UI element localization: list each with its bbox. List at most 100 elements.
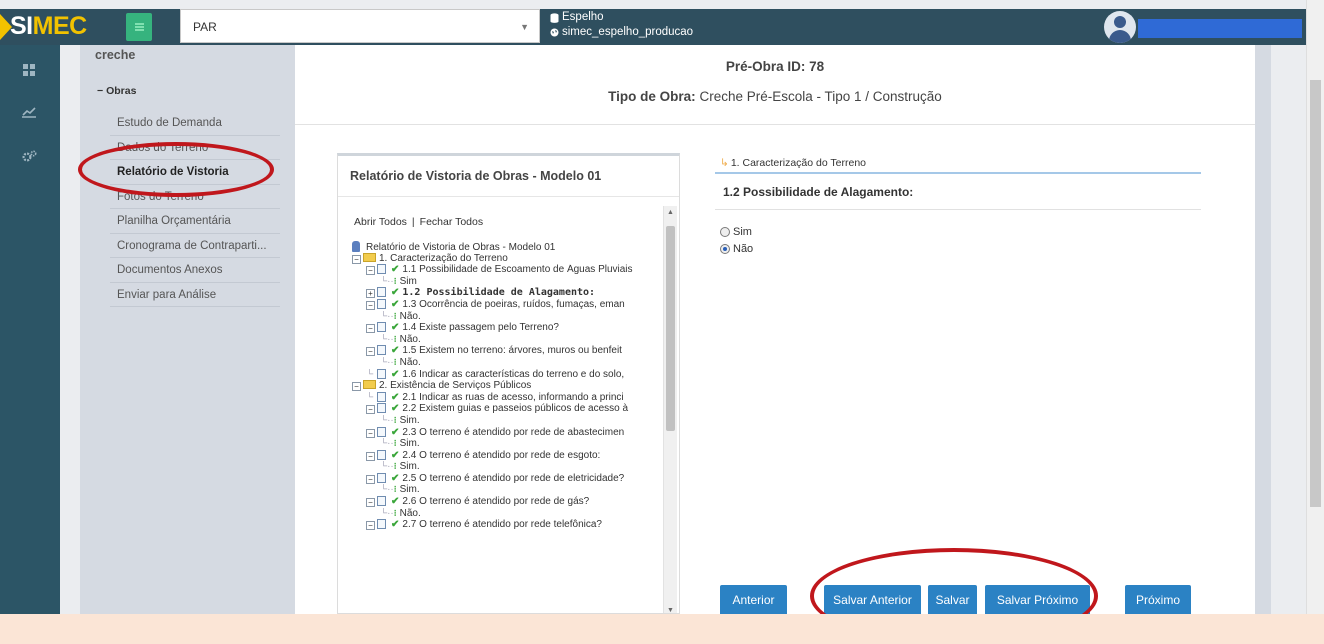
tree-question[interactable]: − ✔ 2.7 O terreno é atendido por rede tele… (352, 519, 660, 531)
document-icon (377, 391, 386, 402)
radio-sim[interactable] (720, 227, 730, 237)
tree-answer[interactable]: └··⁝ Sim. (352, 438, 660, 450)
user-name-field[interactable] (1138, 19, 1302, 38)
collapse-toggle-icon[interactable]: − (366, 498, 375, 508)
system-select[interactable]: PAR ▼ (180, 9, 540, 43)
collapse-toggle-icon[interactable]: − (366, 266, 375, 276)
document-icon (377, 496, 386, 507)
tree-question[interactable]: − ✔ 1.1 Possibilidade de Escoamento de Águ… (352, 264, 660, 276)
tree-node-label: Sim. (399, 414, 420, 426)
check-icon: ✔ (391, 496, 400, 508)
tree-folder[interactable]: − 1. Caracterização do Terreno (352, 252, 660, 265)
collapse-toggle-icon[interactable]: − (366, 474, 375, 484)
collapse-toggle-icon[interactable]: − (366, 428, 375, 438)
tree-root[interactable]: Relatório de Vistoria de Obras - Modelo … (352, 241, 660, 253)
tree-answer[interactable]: └··⁝ Não. (352, 508, 660, 520)
tree-question[interactable]: − ✔ 2.2 Existem guias e passeios públicos … (352, 403, 660, 415)
tree-question[interactable]: − ✔ 2.5 O terreno é atendido por rede de e… (352, 472, 660, 485)
document-icon (377, 472, 386, 483)
tree-question[interactable]: └ ✔ 2.1 Indicar as ruas de acesso, informa… (352, 391, 660, 404)
scroll-down-icon[interactable]: ▼ (667, 607, 674, 613)
menu-group-obras[interactable]: − Obras (97, 85, 136, 97)
tree-node-label: 2.5 O terreno é atendido por rede de ele… (402, 472, 625, 484)
scroll-thumb[interactable] (666, 226, 675, 431)
tree-connector-icon: └·· (380, 507, 394, 519)
answer-icon: ⁝ (393, 484, 397, 495)
option-sim[interactable]: Sim (720, 226, 752, 238)
tree-answer[interactable]: └··⁝ Não. (352, 334, 660, 346)
report-icon (352, 241, 360, 252)
tree-scrollbar[interactable]: ▲ ▼ (663, 206, 677, 613)
menu-toggle-button[interactable] (126, 13, 152, 41)
question-title: 1.2 Possibilidade de Alagamento: (723, 185, 914, 199)
answer-icon: ⁝ (393, 507, 397, 518)
icon-sidebar (0, 45, 60, 614)
dashboard-icon[interactable] (18, 59, 40, 81)
tree-node-label: 2.1 Indicar as ruas de acesso, informand… (402, 391, 624, 403)
tree-question[interactable]: − ✔ 1.4 Existe passagem pelo Terreno? (352, 322, 660, 334)
document-icon (377, 264, 386, 275)
preobra-id: Pré-Obra ID: 78 (725, 59, 825, 74)
proximo-button[interactable]: Próximo (1125, 585, 1191, 614)
main-panel: Pré-Obra ID: 78 Tipo de Obra: Creche Pré… (295, 45, 1255, 614)
tree-answer[interactable]: └··⁝ Não. (352, 311, 660, 323)
user-avatar[interactable] (1104, 11, 1136, 43)
collapse-toggle-icon[interactable]: − (352, 382, 361, 392)
collapse-toggle-icon[interactable]: − (366, 300, 375, 310)
chart-line-icon[interactable] (18, 101, 40, 123)
check-icon: ✔ (391, 322, 400, 334)
tree-node-label: 1.3 Ocorrência de poeiras, ruídos, fumaç… (402, 298, 625, 310)
breadcrumb: ↳ 1. Caracterização do Terreno (720, 157, 867, 169)
collapse-toggle-icon[interactable]: − (352, 254, 361, 264)
menu-item-estudo-demanda[interactable]: Estudo de Demanda (110, 111, 280, 136)
menu-item-enviar-analise[interactable]: Enviar para Análise (110, 283, 280, 307)
menu-item-documentos-anexos[interactable]: Documentos Anexos (110, 258, 280, 283)
option-nao[interactable]: Não (720, 243, 753, 255)
tree-question[interactable]: − ✔ 1.5 Existem no terreno: árvores, muros… (352, 345, 660, 357)
answer-icon: ⁝ (393, 310, 397, 321)
collapse-toggle-icon[interactable]: − (366, 521, 375, 531)
tree-panel: Relatório de Vistoria de Obras - Modelo … (337, 153, 680, 614)
simec-logo[interactable]: SIMEC (10, 12, 87, 41)
tree-question[interactable]: └ ✔ 1.6 Indicar as características do terr… (352, 368, 660, 381)
environment-name: Espelho (562, 11, 604, 23)
tree-node-label: 1.5 Existem no terreno: árvores, muros o… (402, 345, 622, 357)
scroll-up-icon[interactable]: ▲ (667, 209, 674, 216)
anterior-button[interactable]: Anterior (720, 585, 787, 614)
check-icon: ✔ (391, 519, 400, 531)
menu-item-planilha-orcamentaria[interactable]: Planilha Orçamentária (110, 209, 280, 234)
radio-nao[interactable] (720, 244, 730, 254)
tree-question[interactable]: − ✔ 2.6 O terreno é atendido por rede de g… (352, 496, 660, 508)
cogs-icon[interactable] (18, 145, 40, 167)
document-icon (377, 426, 386, 437)
tree-answer[interactable]: └··⁝ Sim (352, 276, 660, 288)
tree-connector-icon: └·· (380, 484, 394, 496)
document-icon (377, 322, 386, 333)
tree-question[interactable]: + ✔ 1.2 Possibilidade de Alagamento: (352, 287, 660, 299)
tree-node-label: 2. Existência de Serviços Públicos (379, 380, 532, 392)
tree-node-label: Sim. (399, 461, 420, 473)
tree-folder[interactable]: − 2. Existência de Serviços Públicos (352, 380, 660, 392)
collapse-toggle-icon[interactable]: − (366, 324, 375, 334)
tree-panel-title: Relatório de Vistoria de Obras - Modelo … (350, 169, 602, 183)
check-icon: ✔ (391, 298, 400, 310)
page-scrollbar[interactable] (1306, 0, 1324, 614)
tree-question[interactable]: − ✔ 2.3 O terreno é atendido por rede de a… (352, 426, 660, 439)
folder-icon (363, 252, 376, 262)
page-scroll-thumb[interactable] (1310, 80, 1321, 507)
collapse-toggle-icon[interactable]: − (366, 347, 375, 357)
tree-question[interactable]: − ✔ 2.4 O terreno é atendido por rede de e… (352, 449, 660, 462)
tree-node-label: 1.1 Possibilidade de Escoamento de Águas… (402, 264, 633, 276)
expand-toggle-icon[interactable]: + (366, 289, 375, 299)
close-all-link[interactable]: Fechar Todos (420, 216, 483, 228)
tree-question[interactable]: − ✔ 1.3 Ocorrência de poeiras, ruídos, fum… (352, 298, 660, 311)
tree-answer[interactable]: └··⁝ Não. (352, 357, 660, 369)
menu-item-cronograma[interactable]: Cronograma de Contraparti... (110, 234, 280, 258)
tree-answer[interactable]: └··⁝ Sim. (352, 461, 660, 473)
collapse-toggle-icon[interactable]: − (366, 451, 375, 461)
tree-answer[interactable]: └··⁝ Sim. (352, 484, 660, 496)
collapse-toggle-icon[interactable]: − (366, 405, 375, 415)
tree-answer[interactable]: └··⁝ Sim. (352, 415, 660, 427)
open-all-link[interactable]: Abrir Todos (354, 216, 407, 228)
document-icon (377, 298, 386, 309)
